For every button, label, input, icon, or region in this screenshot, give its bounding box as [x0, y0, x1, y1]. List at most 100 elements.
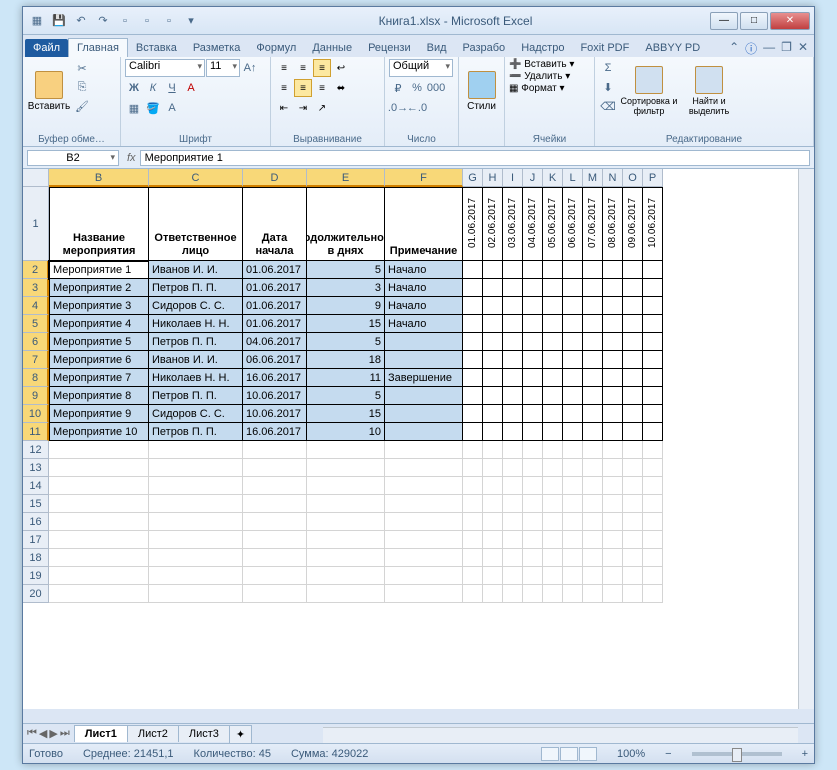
empty-cell[interactable] — [463, 351, 483, 369]
qat-icon[interactable]: ▫ — [159, 11, 179, 31]
wrap-text-icon[interactable]: ↩ — [332, 59, 350, 77]
row-header-18[interactable]: 18 — [23, 549, 49, 567]
empty-cell[interactable] — [623, 459, 643, 477]
empty-cell[interactable] — [603, 261, 623, 279]
empty-cell[interactable] — [523, 315, 543, 333]
data-cell[interactable]: 5 — [307, 333, 385, 351]
empty-cell[interactable] — [503, 315, 523, 333]
empty-cell[interactable] — [483, 513, 503, 531]
date-header-cell[interactable]: 09.06.2017 — [623, 187, 643, 261]
data-cell[interactable]: Петров П. П. — [149, 279, 243, 297]
empty-cell[interactable] — [49, 477, 149, 495]
empty-cell[interactable] — [583, 513, 603, 531]
empty-cell[interactable] — [385, 495, 463, 513]
empty-cell[interactable] — [523, 369, 543, 387]
empty-cell[interactable] — [563, 567, 583, 585]
align-left-icon[interactable]: ≡ — [275, 79, 293, 97]
col-header-J[interactable]: J — [523, 169, 543, 187]
cells-area[interactable]: Название мероприятияОтветственное лицоДа… — [49, 187, 663, 603]
row-header-9[interactable]: 9 — [23, 387, 49, 405]
empty-cell[interactable] — [523, 441, 543, 459]
help-icon[interactable]: ⓘ — [745, 40, 757, 57]
data-cell[interactable]: Сидоров С. С. — [149, 405, 243, 423]
empty-cell[interactable] — [523, 351, 543, 369]
data-cell[interactable]: Петров П. П. — [149, 333, 243, 351]
font-color-icon[interactable]: A — [182, 79, 200, 97]
empty-cell[interactable] — [583, 405, 603, 423]
date-header-cell[interactable]: 06.06.2017 — [563, 187, 583, 261]
col-header-O[interactable]: O — [623, 169, 643, 187]
decrease-decimal-icon[interactable]: ←.0 — [408, 99, 426, 117]
empty-cell[interactable] — [643, 297, 663, 315]
select-all-corner[interactable] — [23, 169, 49, 187]
find-select-button[interactable]: Найти и выделить — [681, 59, 737, 123]
empty-cell[interactable] — [643, 567, 663, 585]
empty-cell[interactable] — [503, 297, 523, 315]
empty-cell[interactable] — [543, 441, 563, 459]
fill-icon[interactable]: ⬇ — [599, 78, 617, 96]
empty-cell[interactable] — [643, 585, 663, 603]
data-cell[interactable]: 3 — [307, 279, 385, 297]
empty-cell[interactable] — [483, 585, 503, 603]
tab-data[interactable]: Данные — [304, 39, 360, 57]
empty-cell[interactable] — [563, 549, 583, 567]
empty-cell[interactable] — [603, 459, 623, 477]
data-cell[interactable]: 01.06.2017 — [243, 297, 307, 315]
data-cell[interactable]: Мероприятие 7 — [49, 369, 149, 387]
header-cell[interactable]: Ответственное лицо — [149, 187, 243, 261]
tab-foxit[interactable]: Foxit PDF — [572, 39, 637, 57]
empty-cell[interactable] — [463, 423, 483, 441]
tab-insert[interactable]: Вставка — [128, 39, 185, 57]
empty-cell[interactable] — [623, 495, 643, 513]
empty-cell[interactable] — [563, 405, 583, 423]
empty-cell[interactable] — [483, 279, 503, 297]
col-header-K[interactable]: K — [543, 169, 563, 187]
empty-cell[interactable] — [583, 459, 603, 477]
empty-cell[interactable] — [149, 477, 243, 495]
empty-cell[interactable] — [583, 477, 603, 495]
empty-cell[interactable] — [385, 549, 463, 567]
empty-cell[interactable] — [523, 279, 543, 297]
empty-cell[interactable] — [563, 513, 583, 531]
empty-cell[interactable] — [583, 441, 603, 459]
empty-cell[interactable] — [307, 441, 385, 459]
empty-cell[interactable] — [603, 531, 623, 549]
empty-cell[interactable] — [149, 513, 243, 531]
empty-cell[interactable] — [483, 423, 503, 441]
italic-icon[interactable]: К — [144, 79, 162, 97]
empty-cell[interactable] — [503, 531, 523, 549]
empty-cell[interactable] — [563, 585, 583, 603]
date-header-cell[interactable]: 03.06.2017 — [503, 187, 523, 261]
empty-cell[interactable] — [523, 585, 543, 603]
empty-cell[interactable] — [463, 369, 483, 387]
increase-decimal-icon[interactable]: .0→ — [389, 99, 407, 117]
empty-cell[interactable] — [463, 477, 483, 495]
empty-cell[interactable] — [503, 495, 523, 513]
empty-cell[interactable] — [503, 585, 523, 603]
empty-cell[interactable] — [603, 297, 623, 315]
empty-cell[interactable] — [385, 531, 463, 549]
maximize-button[interactable]: □ — [740, 12, 768, 30]
empty-cell[interactable] — [243, 531, 307, 549]
empty-cell[interactable] — [149, 549, 243, 567]
row-header-13[interactable]: 13 — [23, 459, 49, 477]
empty-cell[interactable] — [543, 315, 563, 333]
paste-button[interactable]: Вставить — [27, 59, 71, 123]
empty-cell[interactable] — [643, 405, 663, 423]
empty-cell[interactable] — [583, 387, 603, 405]
empty-cell[interactable] — [523, 567, 543, 585]
empty-cell[interactable] — [583, 585, 603, 603]
empty-cell[interactable] — [243, 441, 307, 459]
empty-cell[interactable] — [543, 567, 563, 585]
empty-cell[interactable] — [583, 351, 603, 369]
minimize-ribbon-icon[interactable]: ⌃ — [729, 40, 739, 57]
row-header-14[interactable]: 14 — [23, 477, 49, 495]
data-cell[interactable]: Начало — [385, 279, 463, 297]
font-name-select[interactable]: Calibri — [125, 59, 205, 77]
empty-cell[interactable] — [463, 261, 483, 279]
empty-cell[interactable] — [463, 531, 483, 549]
empty-cell[interactable] — [643, 333, 663, 351]
empty-cell[interactable] — [563, 441, 583, 459]
empty-cell[interactable] — [243, 495, 307, 513]
empty-cell[interactable] — [149, 531, 243, 549]
